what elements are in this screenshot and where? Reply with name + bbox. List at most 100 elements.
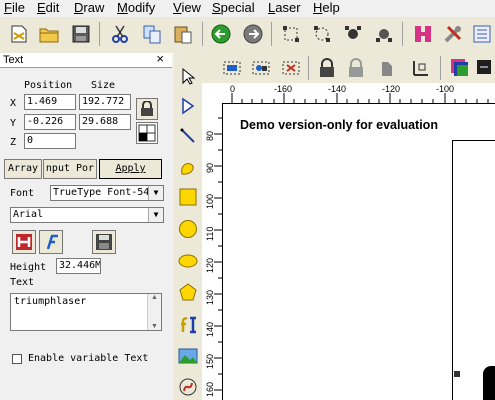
height-field[interactable]: 32.446M [56,258,101,274]
undo-icon[interactable] [208,21,234,47]
layer-color-icon[interactable] [447,55,473,81]
selection-handle[interactable] [454,371,460,377]
redo-icon[interactable] [240,21,266,47]
y-position-field[interactable]: -0.226 [24,114,76,130]
font-settings-button[interactable] [12,230,36,254]
save-icon[interactable] [68,21,94,47]
line-tool-icon[interactable] [177,125,199,147]
menu-file[interactable]: File [4,0,25,17]
text-tool-icon[interactable] [177,313,199,335]
chevron-down-icon: ▼ [148,208,163,222]
font-style-button[interactable] [39,230,63,254]
vertical-ruler: 80 90 100 110 120 130 140 150 160 [202,103,223,400]
draw-tools-bar [174,53,203,400]
text-object-fragment[interactable] [483,366,495,400]
ruler-label: -120 [382,84,401,94]
ruler-label: 0 [230,84,236,94]
copy-icon[interactable] [139,21,165,47]
hatch-icon[interactable] [410,21,436,47]
font-type-select[interactable]: TrueType Font-54 ▼ [50,185,164,201]
x-size-field[interactable]: 192.772 [79,94,131,110]
anchor-grid-icon [138,124,156,142]
group-icon[interactable] [219,55,245,81]
array-button[interactable]: Array [4,159,42,179]
menu-modify[interactable]: Modify [117,0,155,17]
input-port-button[interactable]: nput Por [43,159,97,179]
rectangle-tool-icon[interactable] [177,186,199,208]
variable-text-checkbox[interactable] [12,354,22,364]
toolbar-separator [440,56,441,80]
new-file-icon[interactable] [6,21,32,47]
anchor-point-button[interactable] [136,122,158,144]
z-label: Z [10,137,17,148]
set-origin-icon[interactable] [408,55,434,81]
lock-object-icon[interactable] [314,55,340,81]
panel-close-button[interactable]: × [156,52,164,66]
select-pointer-icon[interactable] [177,65,199,87]
save-font-button[interactable] [92,230,116,254]
ruler-label: -160 [274,84,293,94]
save-icon [96,234,112,250]
combine-icon[interactable] [278,55,304,81]
work-area-border [452,140,495,400]
vector-file-tool-icon[interactable] [177,376,199,398]
paste-icon[interactable] [170,21,196,47]
toolbar-separator [308,56,309,80]
height-label: Height [10,262,47,273]
ruler-label: 80 [205,130,215,141]
node-select-icon[interactable] [278,21,304,47]
demo-watermark: Demo version-only for evaluation [240,118,438,132]
italic-f-icon [46,234,58,250]
text-content-area[interactable]: triumphlaser ▲ ▼ [10,293,162,331]
z-position-field[interactable]: 0 [24,133,76,149]
drawing-canvas[interactable]: Demo version-only for evaluation [223,104,495,400]
ruler-label: 120 [205,257,215,273]
lock-ratio-button[interactable] [136,98,158,120]
open-folder-icon[interactable] [36,21,62,47]
toolbar-separator [202,22,203,46]
text-scrollbar[interactable]: ▲ ▼ [147,294,161,330]
variable-text-label: Enable variable Text [28,353,149,364]
menu-edit[interactable]: Edit [37,0,59,17]
horizontal-ruler: 0 -160 -140 -120 -100 [222,83,495,104]
menu-laser[interactable]: Laser [268,0,301,17]
x-position-field[interactable]: 1.469 [24,94,76,110]
ruler-label: -100 [436,84,455,94]
bitmap-tool-icon[interactable] [177,345,199,367]
layer-order-icon[interactable] [472,55,495,81]
apply-button[interactable]: Apply [99,159,162,179]
lock-all-icon[interactable] [372,55,398,81]
x-label: X [10,98,17,109]
node-pointer-icon[interactable] [177,95,199,117]
scroll-down-icon[interactable]: ▼ [148,323,161,330]
ruler-label: -140 [328,84,347,94]
menu-draw[interactable]: Draw [74,0,104,17]
ruler-label: 100 [205,193,215,209]
main-toolbar [0,17,495,54]
ruler-label: 130 [205,289,215,305]
font-settings-icon [16,234,32,250]
menu-view[interactable]: View [173,0,201,17]
menu-special[interactable]: Special [212,0,255,17]
node-delete-icon[interactable] [371,21,397,47]
circle-tool-icon[interactable] [177,218,199,240]
polygon-tool-icon[interactable] [177,281,199,303]
tools-icon[interactable] [440,21,466,47]
ruler-label: 90 [205,162,215,173]
font-name-select[interactable]: Arial ▼ [10,207,164,223]
node-edit-icon[interactable] [309,21,335,47]
ruler-label: 160 [205,381,215,397]
list-icon[interactable] [469,21,495,47]
object-toolbar [202,53,495,84]
curve-tool-icon[interactable] [177,156,199,178]
cut-icon[interactable] [107,21,133,47]
unlock-object-icon[interactable] [343,55,369,81]
ungroup-icon[interactable] [248,55,274,81]
scroll-up-icon[interactable]: ▲ [148,294,161,301]
y-size-field[interactable]: 29.688 [79,114,131,130]
ellipse-tool-icon[interactable] [177,250,199,272]
node-add-icon[interactable] [340,21,366,47]
text-content-value: triumphlaser [14,296,87,307]
ruler-label: 150 [205,353,215,369]
menu-help[interactable]: Help [313,0,340,17]
